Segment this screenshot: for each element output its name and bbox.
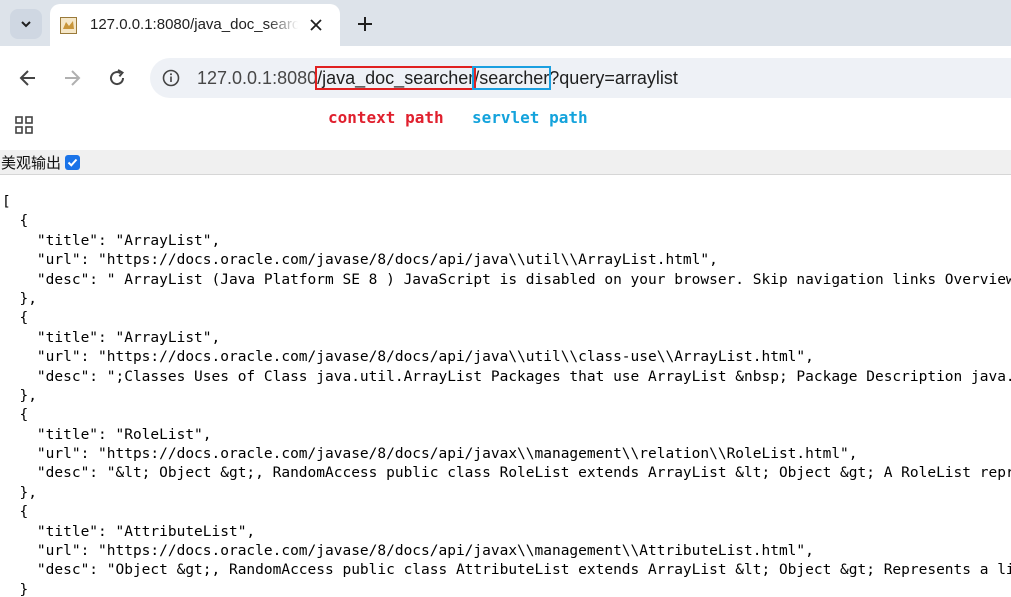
json-line: },: [2, 290, 37, 307]
json-line: },: [2, 484, 37, 501]
tomcat-favicon-icon: [60, 17, 77, 34]
json-line: "desc": " ArrayList (Java Platform SE 8 …: [2, 271, 1011, 288]
json-line: "url": "https://docs.oracle.com/javase/8…: [2, 349, 814, 366]
back-arrow-icon[interactable]: [18, 68, 38, 88]
json-line: "url": "https://docs.oracle.com/javase/8…: [2, 543, 814, 560]
json-output: [ { "title": "ArrayList", "url": "https:…: [2, 193, 1011, 597]
json-line: [: [2, 194, 11, 210]
json-line: },: [2, 387, 37, 404]
close-icon[interactable]: [309, 18, 323, 32]
context-path-annotation: context path: [328, 108, 444, 127]
json-line: {: [2, 310, 29, 327]
chevron-down-icon: [21, 21, 31, 28]
browser-toolbar: 127.0.0.1:8080/java_doc_searcher/searche…: [0, 46, 1011, 106]
checkmark-icon: [67, 158, 78, 167]
browser-tab[interactable]: 127.0.0.1:8080/java_doc_searcher/searche…: [50, 4, 340, 46]
pretty-print-checkbox[interactable]: [65, 154, 81, 170]
tab-title: 127.0.0.1:8080/java_doc_searcher/searche…: [90, 16, 298, 33]
json-line: "title": "ArrayList",: [2, 329, 221, 346]
pretty-print-label: 美观输出: [1, 154, 62, 172]
servlet-path-annotation: servlet path: [472, 108, 588, 127]
json-line: }: [2, 581, 29, 597]
json-line: "url": "https://docs.oracle.com/javase/8…: [2, 252, 718, 269]
json-line: "title": "RoleList",: [2, 426, 212, 443]
site-info-icon[interactable]: [162, 69, 180, 87]
json-line: "url": "https://docs.oracle.com/javase/8…: [2, 446, 858, 463]
tab-strip: 127.0.0.1:8080/java_doc_searcher/searche…: [0, 0, 1011, 46]
url-text[interactable]: 127.0.0.1:8080/java_doc_searcher/searche…: [197, 66, 678, 90]
json-line: "desc": "&lt; Object &gt;, RandomAccess …: [2, 465, 1011, 482]
json-line: "title": "AttributeList",: [2, 523, 256, 540]
pretty-print-bar: 美观输出: [0, 150, 1011, 175]
apps-grid-icon[interactable]: [15, 116, 33, 134]
reload-icon[interactable]: [107, 68, 127, 88]
json-line: {: [2, 504, 29, 521]
address-bar[interactable]: 127.0.0.1:8080/java_doc_searcher/searche…: [150, 58, 1011, 98]
json-line: "desc": "Object &gt;, RandomAccess publi…: [2, 562, 1011, 579]
json-line: "desc": ";Classes Uses of Class java.uti…: [2, 368, 1011, 385]
url-query: ?query=arraylist: [549, 68, 678, 88]
json-line: "title": "ArrayList",: [2, 232, 221, 249]
new-tab-plus-icon[interactable]: [356, 15, 374, 33]
json-line: {: [2, 407, 29, 424]
tab-search-button[interactable]: [10, 9, 42, 39]
servlet-path-highlight: /searcher: [472, 66, 552, 90]
url-host: 127.0.0.1:8080: [197, 68, 318, 88]
json-line: {: [2, 213, 29, 230]
context-path-highlight: /java_doc_searcher: [315, 66, 477, 90]
forward-arrow-icon[interactable]: [62, 68, 82, 88]
